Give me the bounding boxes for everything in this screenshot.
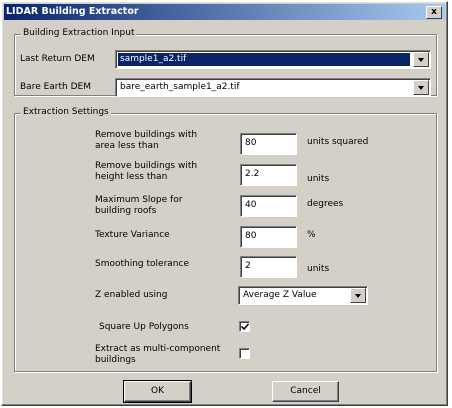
texture-variance-input[interactable]: 80: [240, 226, 297, 248]
bare-earth-dem-label: Bare Earth DEM: [20, 82, 91, 92]
window-title: LIDAR Building Extractor: [6, 6, 139, 17]
smoothing-tolerance-input[interactable]: 2: [240, 256, 297, 278]
cancel-button[interactable]: Cancel: [272, 381, 339, 402]
ok-button[interactable]: OK: [123, 380, 192, 403]
texture-variance-label: Texture Variance: [95, 230, 170, 240]
chevron-down-icon: [418, 86, 424, 90]
square-up-polygons-label: Square Up Polygons: [99, 322, 189, 332]
z-enabled-label: Z enabled using: [95, 290, 168, 300]
lidar-building-extractor-dialog: LIDAR Building Extractor x Building Extr…: [1, 1, 448, 406]
remove-height-unit: units: [307, 174, 330, 184]
remove-area-unit: units squared: [307, 137, 369, 147]
max-slope-input[interactable]: 40: [240, 195, 297, 217]
square-up-polygons-checkbox[interactable]: [239, 321, 250, 332]
chevron-down-icon: [355, 294, 361, 298]
extraction-settings-group: Extraction Settings: [14, 107, 437, 372]
z-enabled-value: Average Z Value: [243, 290, 317, 300]
settings-group-label: Extraction Settings: [21, 107, 111, 117]
bare-earth-dem-value: bare_earth_sample1_a2.tif: [120, 82, 240, 92]
last-return-dem-value: sample1_a2.tif: [118, 53, 410, 66]
smoothing-tolerance-label: Smoothing tolerance: [95, 259, 189, 269]
last-return-dem-label: Last Return DEM: [20, 54, 95, 64]
chevron-down-icon: [418, 58, 424, 62]
remove-area-label: Remove buildings with area less than: [95, 130, 198, 151]
z-enabled-dropdown-button[interactable]: [350, 288, 366, 303]
last-return-dem-dropdown[interactable]: sample1_a2.tif: [115, 50, 431, 69]
title-bar[interactable]: LIDAR Building Extractor x: [4, 4, 445, 20]
last-return-dem-dropdown-button[interactable]: [413, 52, 429, 67]
remove-area-input[interactable]: 80: [240, 133, 297, 155]
bare-earth-dem-dropdown-button[interactable]: [413, 80, 429, 95]
multi-component-label: Extract as multi-component buildings: [95, 344, 221, 365]
input-group-label: Building Extraction Input: [21, 28, 137, 38]
smoothing-tolerance-unit: units: [307, 264, 330, 274]
max-slope-unit: degrees: [307, 199, 344, 209]
max-slope-label: Maximum Slope for building roofs: [95, 195, 183, 216]
multi-component-checkbox[interactable]: [239, 348, 250, 359]
remove-height-label: Remove buildings with height less than: [95, 161, 198, 182]
bare-earth-dem-dropdown[interactable]: bare_earth_sample1_a2.tif: [115, 78, 431, 97]
close-icon: x: [431, 7, 437, 17]
remove-height-input[interactable]: 2.2: [240, 164, 297, 186]
texture-variance-unit: %: [307, 230, 316, 240]
checkmark-icon: [241, 323, 249, 331]
close-button[interactable]: x: [426, 6, 442, 19]
z-enabled-dropdown[interactable]: Average Z Value: [238, 286, 368, 305]
